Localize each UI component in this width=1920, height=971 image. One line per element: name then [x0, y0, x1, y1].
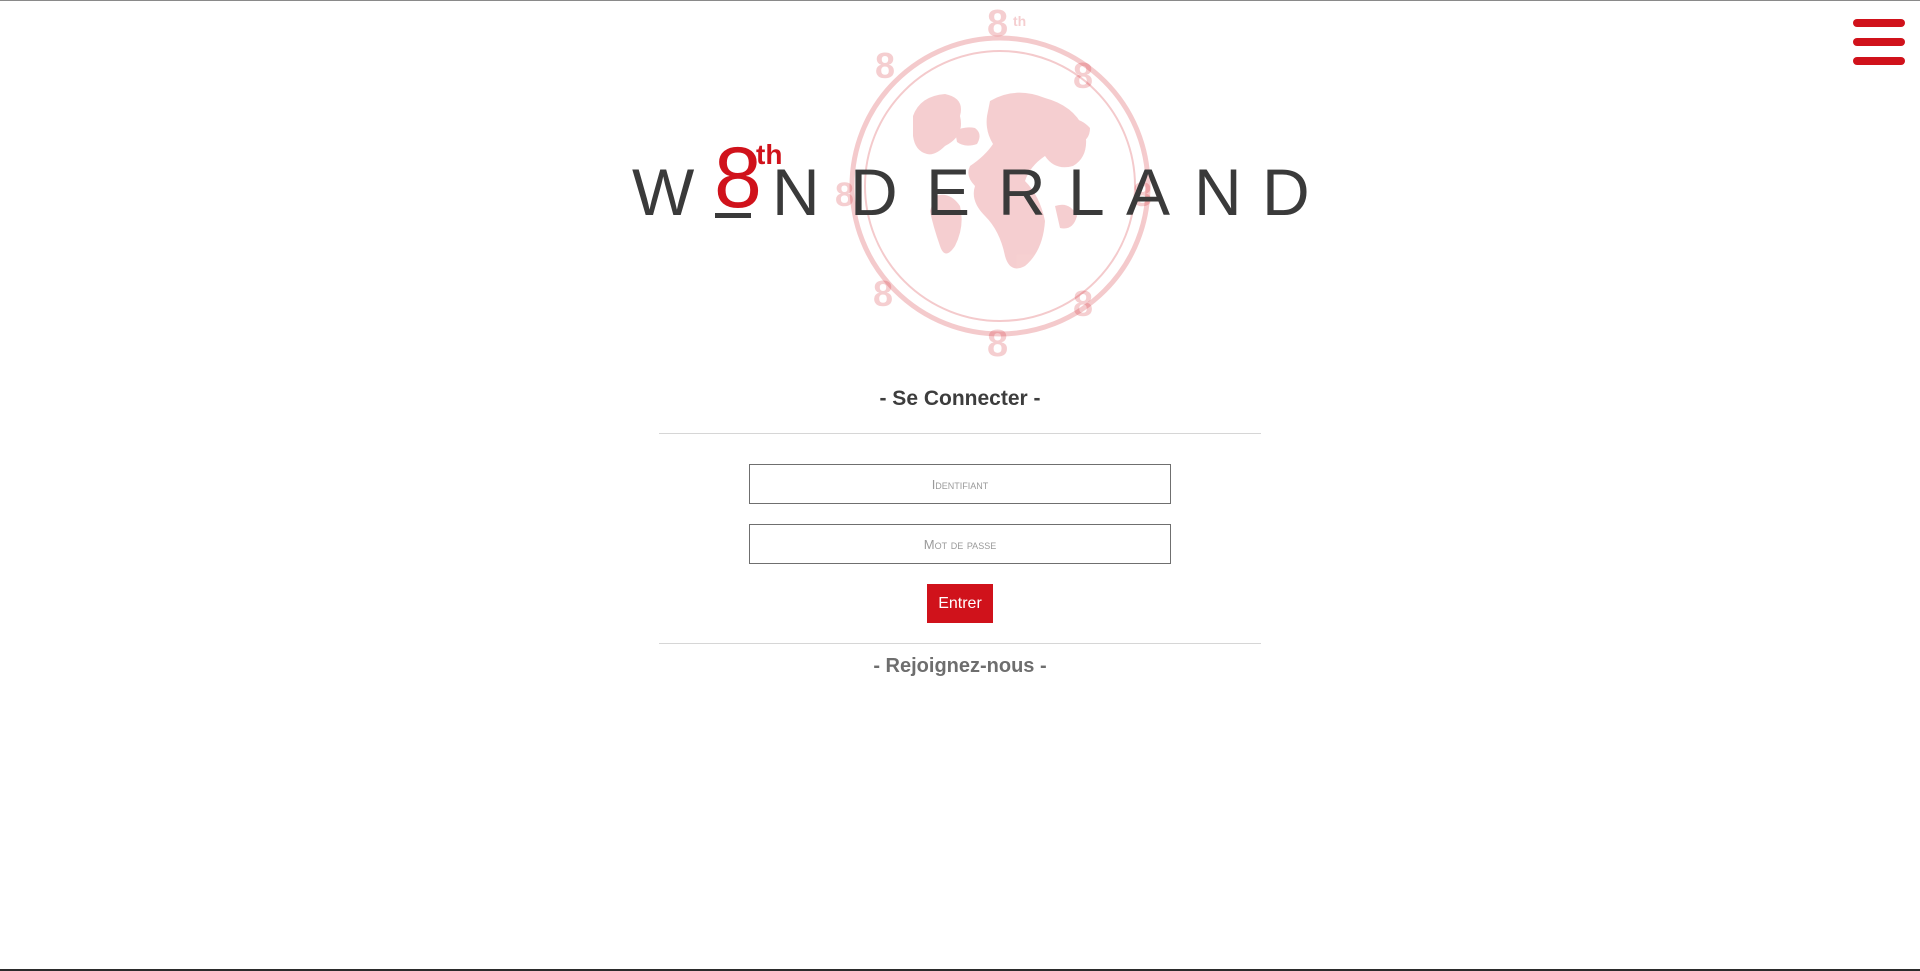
wordmark-letter: E [926, 155, 971, 229]
divider [659, 433, 1261, 434]
password-input[interactable] [749, 524, 1171, 564]
emblem-number: 8 [1073, 55, 1093, 96]
wordmark-letter: N [772, 155, 820, 229]
wordmark-letter: L [1068, 155, 1105, 229]
wordmark-letter: N [1194, 155, 1242, 229]
menu-bar [1853, 57, 1905, 65]
site-logo[interactable]: 8 th 8 8 8 8 8 8 8 W 8 th N D E R L A N … [620, 6, 1310, 366]
hamburger-menu-icon[interactable] [1853, 19, 1905, 65]
emblem-number: 8 [987, 323, 1008, 365]
divider [659, 643, 1261, 644]
wordmark-underline [715, 213, 751, 218]
join-link[interactable]: - Rejoignez-nous - [659, 654, 1261, 678]
login-page: 8 th 8 8 8 8 8 8 8 W 8 th N D E R L A N … [0, 0, 1920, 971]
menu-bar [1853, 19, 1905, 27]
brand-wordmark: W 8 th N D E R L A N D [632, 135, 1312, 229]
submit-button[interactable]: Entrer [927, 584, 993, 623]
menu-bar [1853, 38, 1905, 46]
emblem-number: 8 [987, 6, 1008, 45]
username-input[interactable] [749, 464, 1171, 504]
brand-number: 8 [714, 130, 762, 226]
emblem-number: 8 [1073, 283, 1093, 324]
wordmark-letter: D [1262, 155, 1310, 229]
wordmark-letter: A [1126, 155, 1171, 229]
wordmark-letter: D [850, 155, 898, 229]
emblem-number: 8 [875, 45, 895, 86]
wordmark-letter: W [632, 155, 695, 229]
login-form: - Se Connecter - Entrer - Rejoignez-nous… [659, 379, 1261, 678]
emblem-number: 8 [873, 273, 893, 314]
login-title: - Se Connecter - [879, 387, 1041, 410]
emblem-superscript: th [1013, 13, 1026, 29]
wordmark-letter: R [998, 155, 1046, 229]
